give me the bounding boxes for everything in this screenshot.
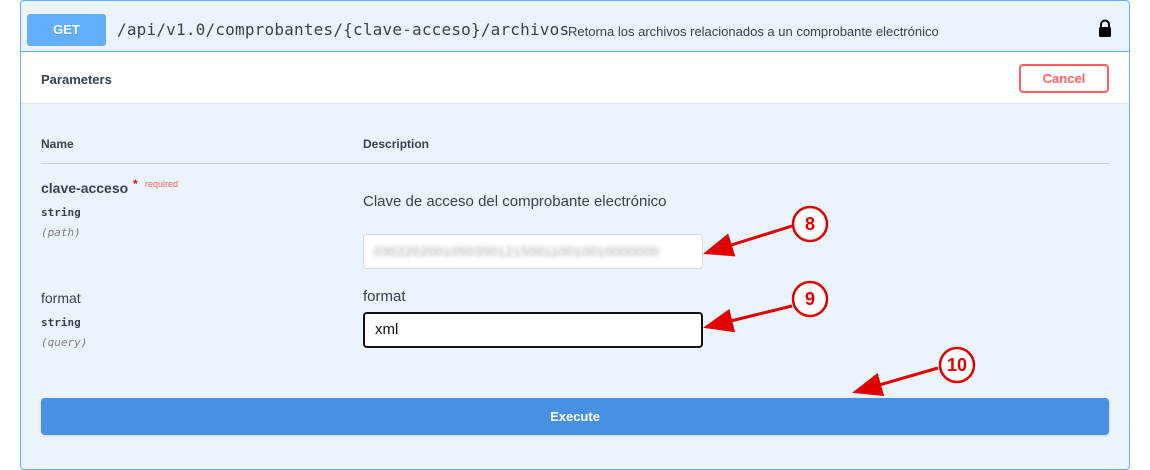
param-description: Clave de acceso del comprobante electrón… [363,193,667,210]
param-name-clave-acceso: clave-acceso [41,180,129,196]
operation-block: GET /api/v1.0/comprobantes/{clave-acceso… [20,0,1130,470]
annotation-label-9: 9 [804,289,815,309]
lock-icon[interactable] [1097,19,1113,37]
column-header-name: Name [41,137,74,151]
execute-button[interactable]: Execute [41,398,1109,435]
param-name-format: format [41,290,81,306]
http-method-badge: GET [27,14,106,46]
param-location: (query) [41,336,88,349]
endpoint-path: /api/v1.0/comprobantes/{clave-acceso}/ar… [117,20,570,39]
clave-acceso-input[interactable]: 0302202001050350121500110010010000000 [363,234,703,269]
clave-acceso-value: 0302202001050350121500110010010000000 [374,244,660,259]
column-header-description: Description [363,137,430,151]
annotation-label-10: 10 [946,355,968,375]
param-type: string [41,206,81,219]
operation-summary[interactable]: GET /api/v1.0/comprobantes/{clave-acceso… [21,1,1129,52]
param-description: format [363,288,406,305]
parameters-title: Parameters [41,72,112,87]
required-star: * [133,177,138,191]
required-label: required [145,179,179,189]
parameters-header: Parameters Cancel [21,52,1129,104]
operation-summary-text: Retorna los archivos relacionados a un c… [568,24,939,39]
header-divider [41,163,1109,164]
format-input[interactable]: xml [363,312,703,348]
param-location: (path) [41,226,81,239]
cancel-button[interactable]: Cancel [1019,64,1109,93]
annotation-label-8: 8 [804,214,815,234]
param-type: string [41,316,81,329]
